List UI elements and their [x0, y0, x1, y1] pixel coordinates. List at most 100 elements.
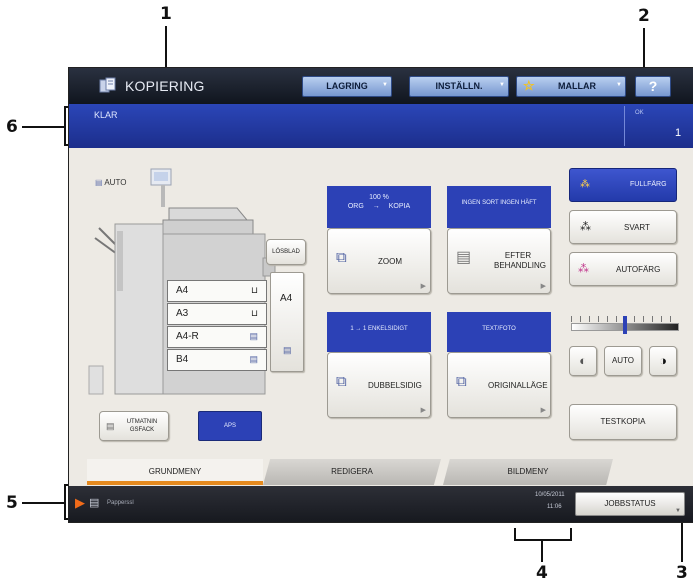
expand-arrow-icon: ▶ — [420, 407, 426, 414]
alert-triangle-icon: ▶ — [75, 495, 85, 510]
lighter-icon: ◐ — [579, 353, 587, 368]
tab-image-menu[interactable]: BILDMENY — [443, 459, 613, 485]
job-status-button[interactable]: JOBBSTATUS ▼ — [575, 492, 685, 516]
finishing-button-label: EFTER BEHANDLING — [494, 251, 547, 270]
callout-4-line — [541, 540, 543, 562]
zoom-ratio-arrow: → — [372, 203, 380, 210]
tray-2-button[interactable]: A3 ⊔ — [167, 303, 267, 325]
tab-edit-label: REDIGERA — [331, 467, 373, 476]
output-tray-button[interactable]: ▤ UTMATNIN GSFACK — [99, 411, 169, 441]
expand-arrow-icon: ▶ — [420, 283, 426, 290]
status-message: KLAR — [94, 110, 118, 120]
auto-color-button[interactable]: ⁂ AUTOFÄRG — [569, 252, 677, 286]
footer-message: Papperssl — [107, 500, 134, 506]
bypass-paper-button[interactable]: A4 ▤ — [270, 272, 304, 372]
footer-time: 11:06 — [547, 504, 562, 510]
test-copy-button[interactable]: TESTKOPIA — [569, 404, 677, 440]
zoom-ratio-line: ORG → KOPIA — [327, 203, 431, 210]
touch-screen: KOPIERING LAGRING ▼ INSTÄLLN. ▼ ☆ MALLAR… — [68, 67, 693, 523]
test-copy-label: TESTKOPIA — [600, 417, 646, 426]
bypass-paper-size: A4 — [280, 293, 293, 304]
tray-1-button[interactable]: A4 ⊔ — [167, 280, 267, 302]
color-dots-icon: ⁂ — [580, 179, 590, 190]
paper-landscape-icon: ▤ — [249, 354, 258, 364]
tray-4-label: B4 — [176, 354, 189, 365]
callout-5: 5 — [6, 493, 18, 513]
zoom-ratio-copy: KOPIA — [388, 203, 411, 210]
paper-icon: ▤ — [89, 497, 100, 509]
tab-image-menu-label: BILDMENY — [507, 467, 549, 476]
settings-button[interactable]: INSTÄLLN. ▼ — [409, 76, 509, 97]
tab-basic-menu-label: GRUNDMENY — [148, 467, 202, 476]
density-marker — [623, 316, 627, 334]
page-title: KOPIERING — [125, 78, 205, 94]
zoom-icon: ⧉ — [336, 249, 347, 266]
duplex-display: 1 → 1 ENKELSIDIGT — [327, 312, 431, 352]
tray-1-label: A4 — [176, 285, 189, 296]
zoom-button-label: ZOOM — [378, 257, 402, 266]
original-mode-icon: ⧉ — [456, 373, 467, 390]
paper-landscape-icon: ▤ — [249, 331, 258, 341]
callout-2: 2 — [638, 6, 650, 26]
bypass-tray-button[interactable]: LÖSBLAD — [266, 239, 306, 265]
aps-label: APS — [223, 423, 236, 429]
duplex-button[interactable]: ⧉ DUBBELSIDIG ▶ — [327, 352, 431, 418]
bottom-bar: ▶ ▤ Papperssl 10/05/2011 11:06 JOBBSTATU… — [69, 486, 693, 522]
tray-3-label: A4-R — [176, 331, 199, 342]
tray-4-button[interactable]: B4 ▤ — [167, 349, 267, 371]
help-button[interactable]: ? — [635, 76, 671, 97]
density-auto-label: AUTO — [611, 356, 635, 365]
tab-edit[interactable]: REDIGERA — [263, 459, 441, 485]
message-area: KLAR OK 1 — [69, 104, 693, 148]
auto-color-dots-icon: ⁂ — [578, 263, 589, 275]
copies-label: OK — [635, 110, 644, 116]
dropdown-arrow-icon: ▼ — [616, 82, 622, 88]
tab-basic-menu[interactable]: GRUNDMENY — [87, 459, 263, 485]
title-bar: KOPIERING LAGRING ▼ INSTÄLLN. ▼ ☆ MALLAR… — [69, 68, 693, 104]
density-auto-button[interactable]: AUTO — [604, 346, 642, 376]
dropdown-arrow-icon: ▼ — [675, 508, 681, 514]
dropdown-arrow-icon: ▼ — [499, 82, 505, 88]
bypass-tray-label: LÖSBLAD — [272, 249, 300, 255]
expand-arrow-icon: ▶ — [540, 283, 546, 290]
density-darker-button[interactable]: ◑ — [649, 346, 677, 376]
copies-count: 1 — [675, 127, 682, 139]
star-icon: ☆ — [523, 78, 535, 93]
help-icon: ? — [648, 78, 658, 94]
storage-button-label: LAGRING — [326, 81, 368, 91]
zoom-ratio-display: 100 % ORG → KOPIA — [327, 186, 431, 228]
finishing-display: INGEN SORT INGEN HÄFT — [447, 186, 551, 228]
black-button[interactable]: ⁂ SVART — [569, 210, 677, 244]
zoom-ratio-value: 100 % — [369, 194, 389, 201]
job-status-label: JOBBSTATUS — [604, 499, 656, 508]
original-mode-button-label: ORIGINALLÄGE — [488, 381, 548, 390]
paper-portrait-icon: ⊔ — [250, 285, 258, 295]
darker-icon: ◑ — [659, 353, 667, 368]
dropdown-arrow-icon: ▼ — [382, 82, 388, 88]
callout-6: 6 — [6, 117, 18, 137]
callout-6-bracket — [64, 106, 66, 146]
original-mode-button[interactable]: ⧉ ORIGINALLÄGE ▶ — [447, 352, 551, 418]
full-color-button[interactable]: ⁂ FULLFÄRG — [569, 168, 677, 202]
output-tray-label: UTMATNIN GSFACK — [126, 419, 158, 433]
templates-button[interactable]: ☆ MALLAR ▼ — [516, 76, 626, 97]
duplex-button-label: DUBBELSIDIG — [368, 381, 422, 390]
finishing-icon: ▤ — [456, 249, 472, 266]
full-color-label: FULLFÄRG — [630, 181, 667, 188]
black-label: SVART — [624, 223, 650, 232]
zoom-ratio-orig: ORG — [347, 203, 364, 210]
auto-color-label: AUTOFÄRG — [616, 265, 661, 274]
callout-3: 3 — [676, 563, 688, 583]
paper-portrait-icon: ⊔ — [250, 308, 258, 318]
finishing-display-text: INGEN SORT INGEN HÄFT — [461, 200, 537, 206]
zoom-button[interactable]: ⧉ ZOOM ▶ — [327, 228, 431, 294]
aps-button[interactable]: APS — [198, 411, 262, 441]
settings-button-label: INSTÄLLN. — [435, 81, 483, 91]
finishing-button[interactable]: ▤ EFTER BEHANDLING ▶ — [447, 228, 551, 294]
duplex-display-text: 1 → 1 ENKELSIDIGT — [350, 326, 408, 332]
tray-3-button[interactable]: A4-R ▤ — [167, 326, 267, 348]
density-lighter-button[interactable]: ◐ — [569, 346, 597, 376]
storage-button[interactable]: LAGRING ▼ — [302, 76, 392, 97]
black-dots-icon: ⁂ — [580, 221, 591, 233]
status-divider — [624, 106, 625, 146]
